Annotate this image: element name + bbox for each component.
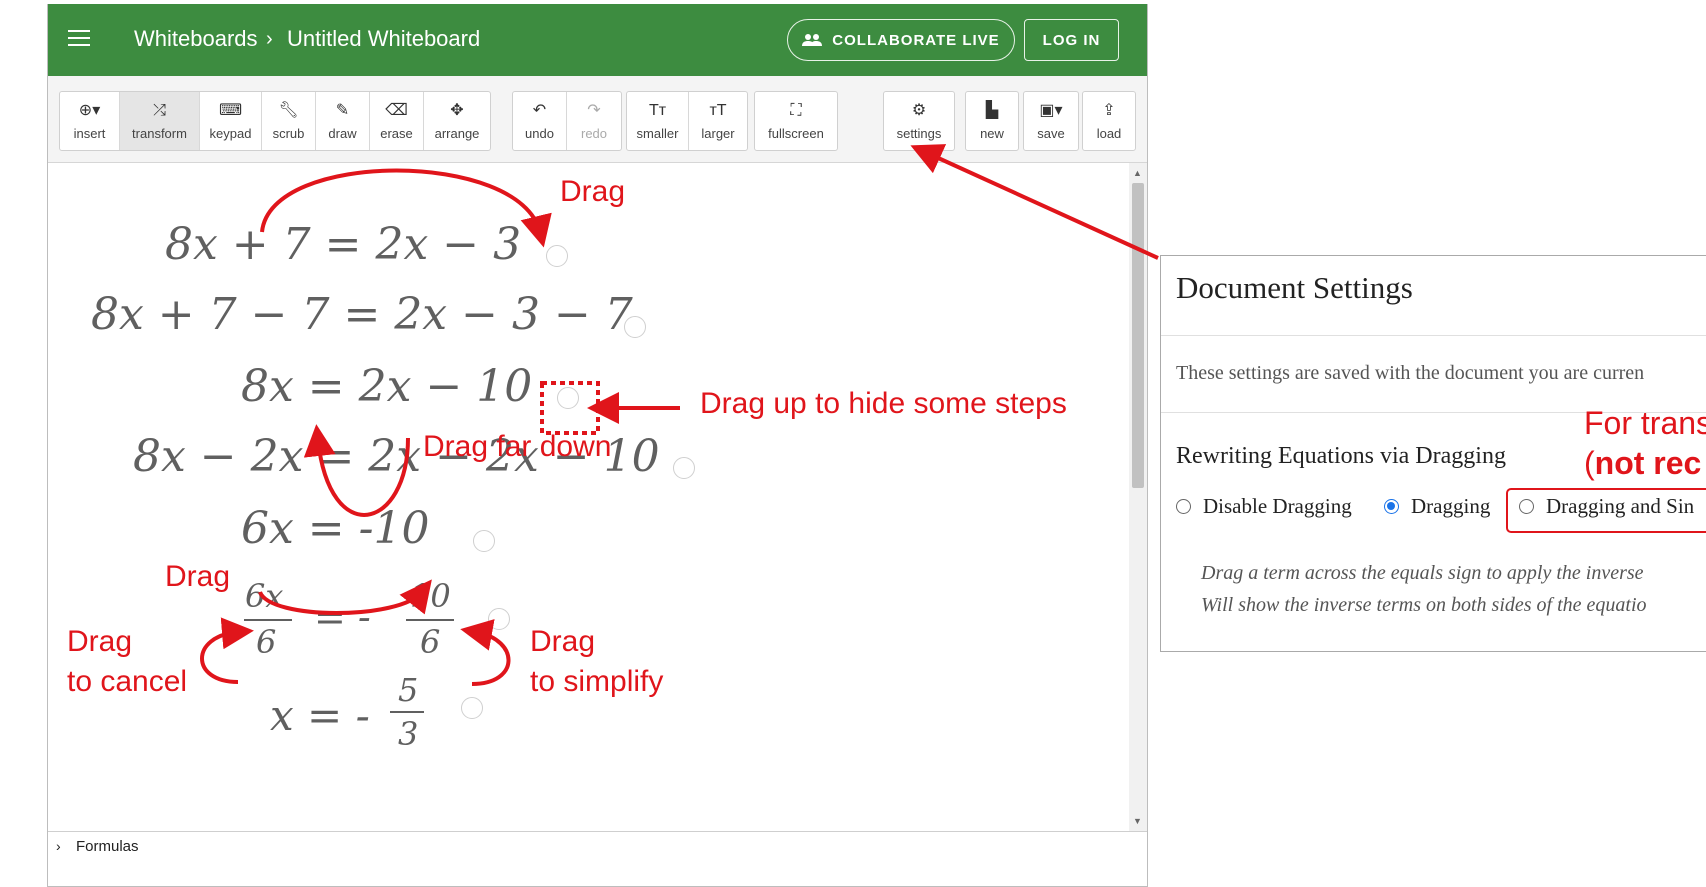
arrow-drag-far-down: [303, 424, 410, 517]
arrow-drag-top: [260, 168, 552, 248]
arrow-simplify: [460, 619, 511, 686]
dotted-highlight-box: [540, 381, 600, 435]
arrow-settings: [910, 144, 1159, 260]
arrow-drag-left: [258, 579, 432, 615]
annotation-arrows: [200, 144, 1159, 686]
arrow-cancel: [200, 617, 254, 684]
